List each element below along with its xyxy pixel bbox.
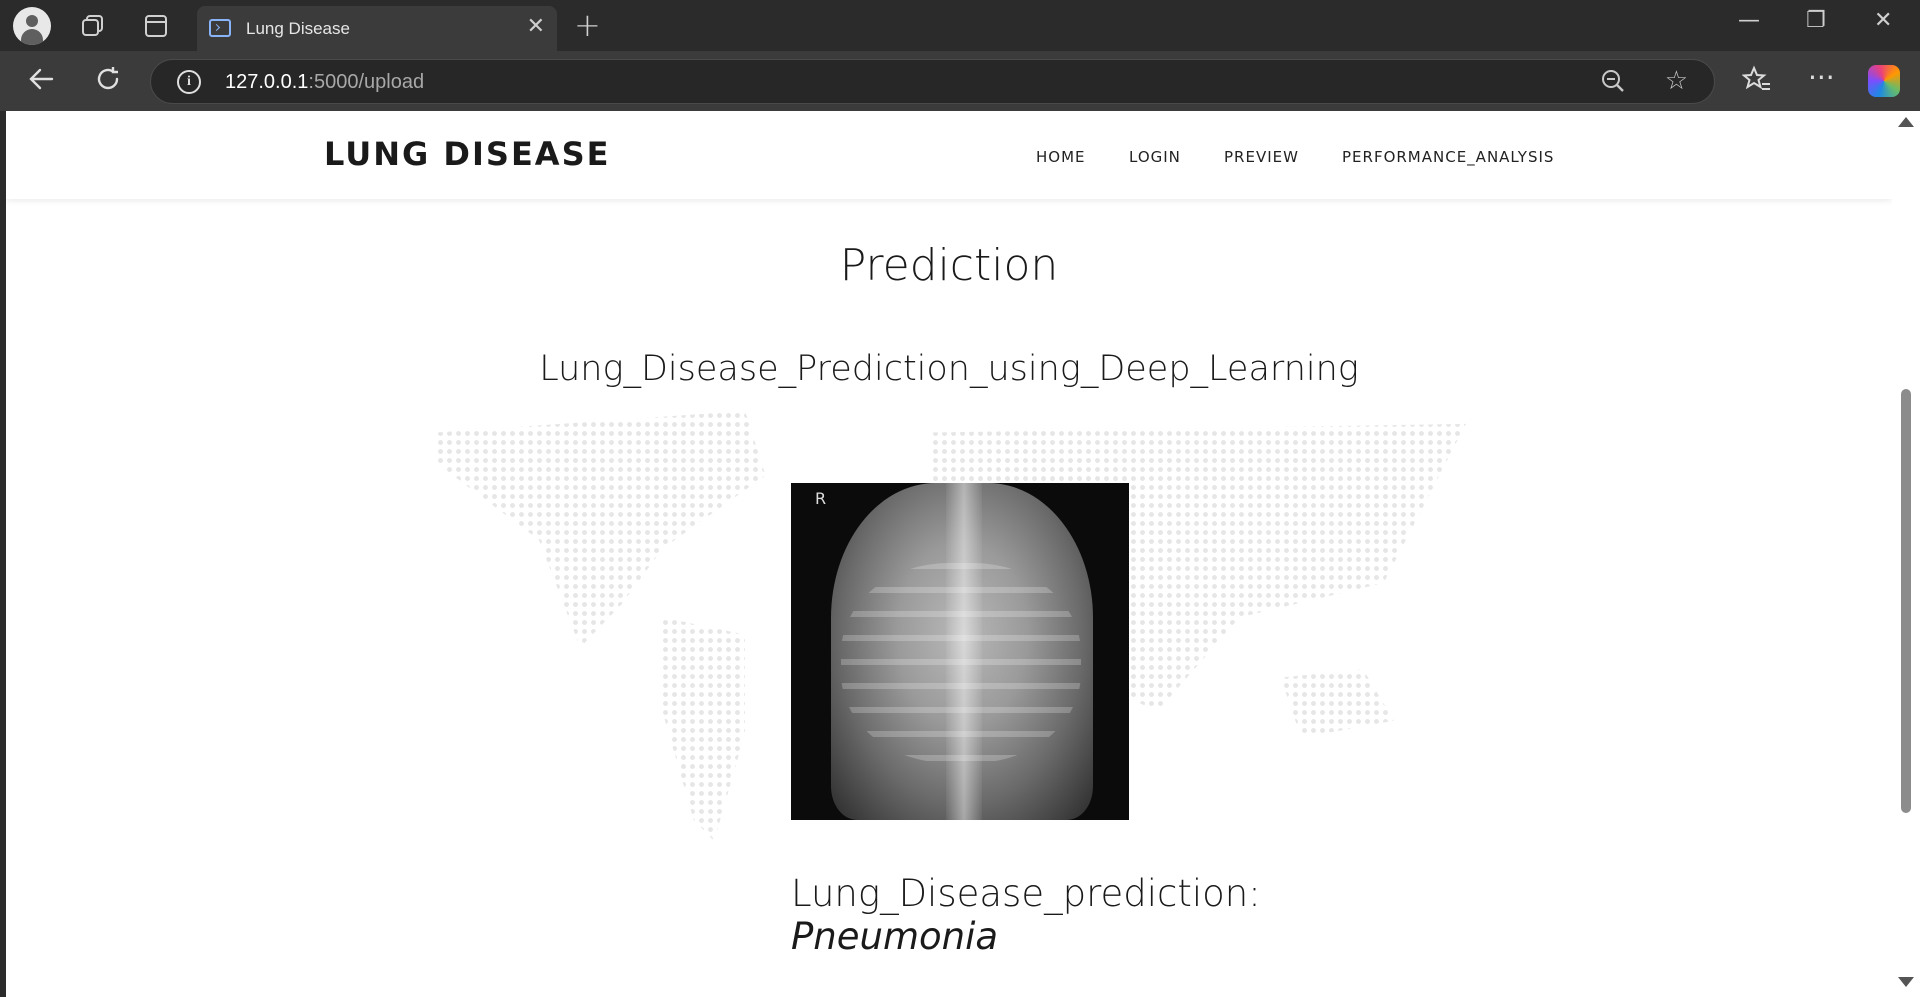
scrollbar-thumb[interactable] [1901, 389, 1911, 813]
browser-titlebar: Lung Disease ✕ + — ❐ ✕ [0, 0, 1920, 51]
tab-close-icon[interactable]: ✕ [527, 14, 545, 39]
minimize-icon[interactable]: — [1738, 8, 1760, 33]
profile-icon[interactable] [13, 7, 51, 45]
tab-actions-icon[interactable] [141, 11, 171, 41]
scroll-up-icon[interactable] [1898, 117, 1914, 127]
page-title: Prediction [839, 240, 1059, 291]
tab-title: Lung Disease [246, 19, 350, 38]
result-label: Lung_Disease_prediction: [791, 872, 1261, 915]
restore-icon[interactable]: ❐ [1806, 8, 1826, 33]
site-header: LUNG DISEASE HOME LOGIN PREVIEW PERFORMA… [6, 111, 1892, 199]
xray-marker: R [815, 489, 827, 508]
zoom-out-icon[interactable] [1600, 68, 1626, 100]
page-scrollbar[interactable] [1892, 111, 1920, 997]
url-path: :5000/upload [308, 71, 425, 93]
nav-login[interactable]: LOGIN [1129, 148, 1181, 166]
address-bar[interactable]: i 127.0.0.1:5000/upload ☆ [150, 59, 1715, 104]
tab-favicon-icon [209, 19, 231, 37]
nav-preview[interactable]: PREVIEW [1224, 148, 1299, 166]
nav-home[interactable]: HOME [1036, 148, 1086, 166]
page-viewport: LUNG DISEASE HOME LOGIN PREVIEW PERFORMA… [6, 111, 1892, 997]
close-window-icon[interactable]: ✕ [1874, 8, 1892, 33]
site-brand[interactable]: LUNG DISEASE [324, 135, 610, 173]
browser-toolbar: i 127.0.0.1:5000/upload ☆ ··· [0, 51, 1920, 111]
active-tab[interactable]: Lung Disease ✕ [197, 6, 557, 51]
more-icon[interactable]: ··· [1808, 61, 1835, 94]
xray-image: R [791, 483, 1129, 820]
info-icon[interactable]: i [177, 70, 201, 94]
refresh-icon[interactable] [93, 64, 123, 102]
back-icon[interactable] [26, 64, 56, 102]
copilot-icon[interactable] [1868, 65, 1900, 97]
workspaces-icon[interactable] [78, 11, 108, 41]
favorite-star-icon[interactable]: ☆ [1665, 66, 1688, 96]
scroll-down-icon[interactable] [1898, 977, 1914, 987]
new-tab-icon[interactable]: + [574, 6, 601, 44]
favorites-icon[interactable] [1741, 64, 1772, 101]
url-text[interactable]: 127.0.0.1:5000/upload [225, 71, 424, 94]
page-subtitle: Lung_Disease_Prediction_using_Deep_Learn… [539, 349, 1359, 389]
url-host: 127.0.0.1 [225, 71, 309, 93]
nav-performance-analysis[interactable]: PERFORMANCE_ANALYSIS [1342, 148, 1554, 166]
result-value: Pneumonia [791, 915, 999, 958]
